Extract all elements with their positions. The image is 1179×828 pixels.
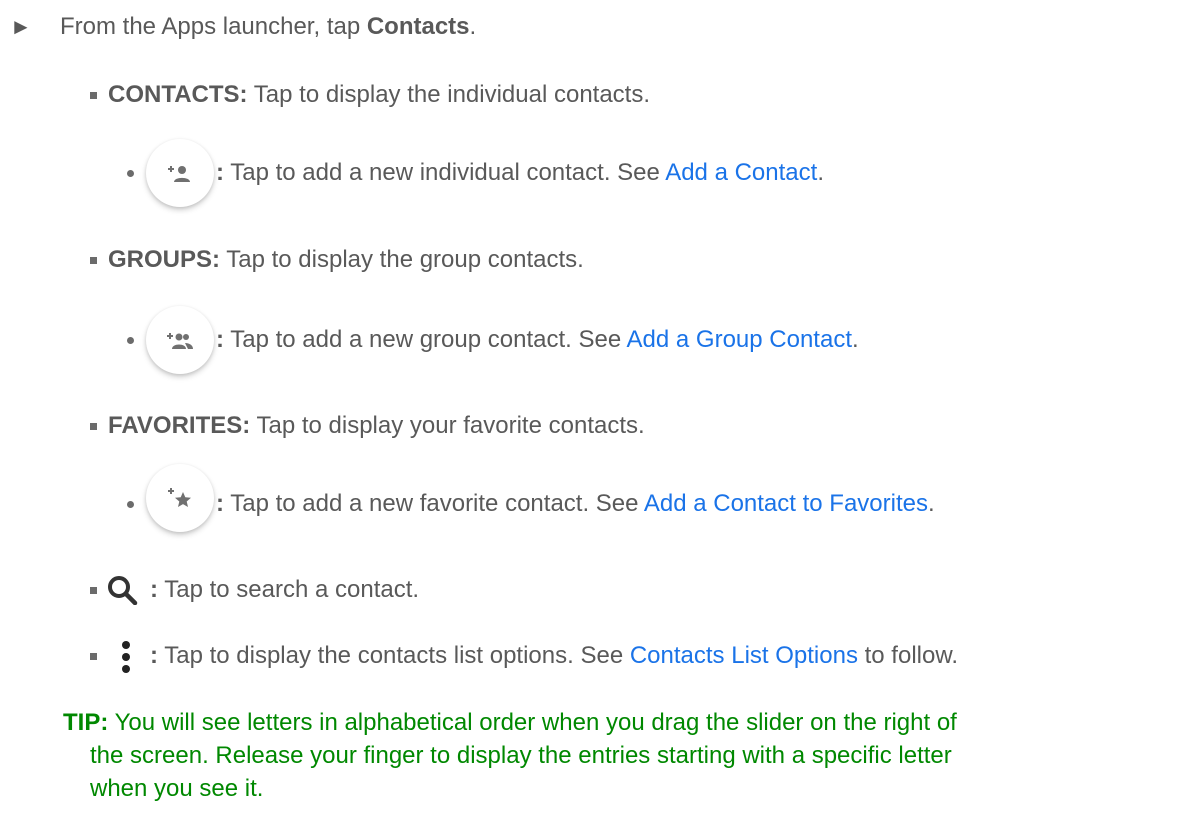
- step-arrow-icon: ►: [10, 14, 32, 39]
- search-description: Tap to search a contact.: [158, 576, 420, 603]
- contacts-list-options-link[interactable]: Contacts List Options: [630, 642, 858, 669]
- step-text: From the Apps launcher, tap Contacts.: [60, 13, 477, 40]
- square-bullet: [90, 91, 97, 99]
- step-bold-contacts: Contacts: [366, 13, 470, 40]
- add-contact-fab[interactable]: [146, 139, 214, 207]
- add-a-contact-link[interactable]: Add a Contact: [665, 159, 817, 186]
- square-bullet: [90, 652, 97, 660]
- favorites-description: Tap to display your favorite contacts.: [250, 412, 645, 439]
- add-group-fab[interactable]: [146, 306, 214, 374]
- round-bullet: [127, 169, 134, 177]
- add-a-group-contact-link[interactable]: Add a Group Contact: [627, 326, 852, 353]
- add-favorite-star-icon: [168, 488, 191, 507]
- tip-label: TIP:: [63, 709, 109, 736]
- contacts-label: CONTACTS:: [108, 81, 248, 108]
- search-icon[interactable]: [106, 575, 140, 605]
- favorites-label: FAVORITES:: [108, 412, 251, 439]
- add-a-contact-to-favorites-link[interactable]: Add a Contact to Favorites: [644, 490, 928, 517]
- tip-line-1: You will see letters in alphabetical ord…: [108, 709, 957, 736]
- tip-block: TIP: You will see letters in alphabetica…: [63, 706, 1153, 805]
- tip-line-2: the screen. Release your finger to displ…: [90, 742, 952, 769]
- round-bullet: [127, 336, 134, 344]
- groups-description: Tap to display the group contacts.: [220, 246, 584, 273]
- square-bullet: [90, 586, 97, 594]
- add-person-icon: [168, 166, 190, 182]
- square-bullet: [90, 422, 97, 430]
- tip-line-3: when you see it.: [90, 775, 264, 802]
- groups-label: GROUPS:: [108, 246, 221, 273]
- round-bullet: [127, 500, 134, 508]
- contacts-description: Tap to display the individual contacts.: [247, 81, 651, 108]
- add-favorite-fab[interactable]: [146, 464, 214, 532]
- square-bullet: [90, 256, 97, 264]
- add-group-icon: [167, 333, 193, 349]
- more-vert-icon[interactable]: [120, 640, 132, 674]
